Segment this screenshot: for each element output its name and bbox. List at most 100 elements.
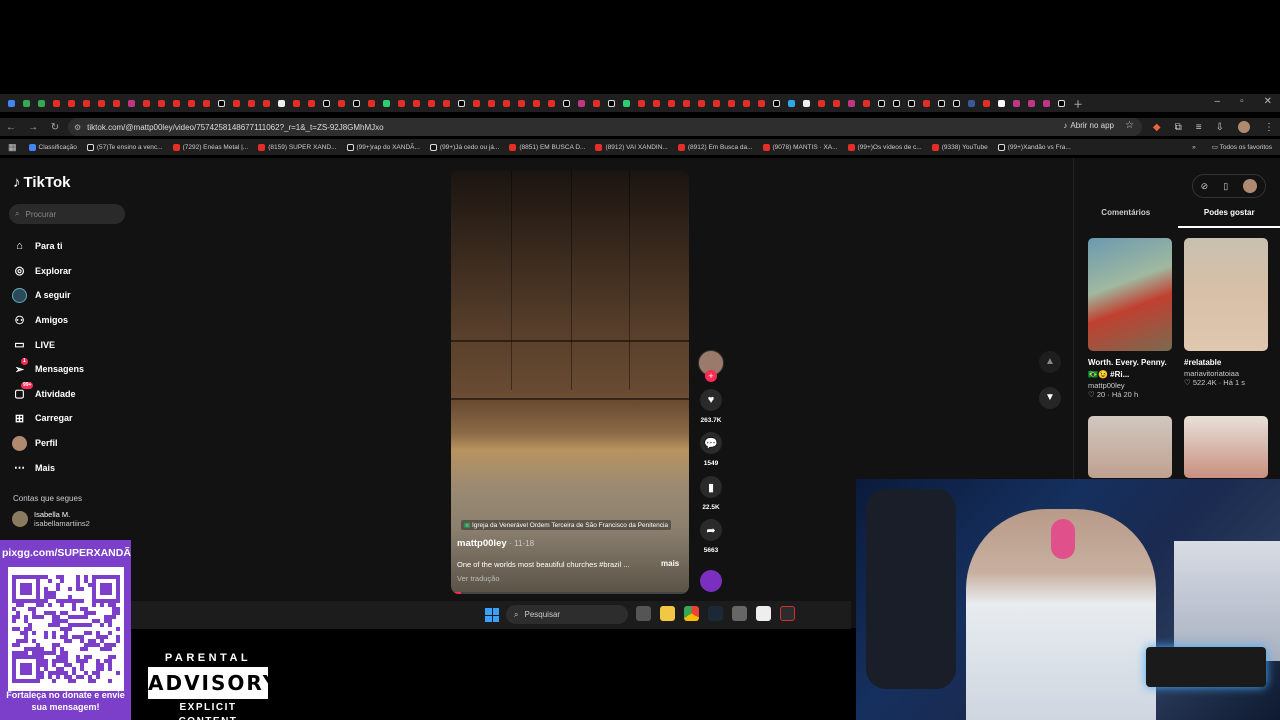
- bookmarks-overflow-icon[interactable]: »: [1192, 144, 1196, 151]
- extensions-puzzle-icon[interactable]: ⧉: [1175, 122, 1182, 133]
- browser-tab[interactable]: [859, 94, 874, 112]
- all-favorites-button[interactable]: ▭ Todos os favoritos: [1212, 143, 1272, 151]
- browser-tab[interactable]: [259, 94, 274, 112]
- window-controls[interactable]: – ▫ ✕: [1215, 96, 1273, 107]
- browser-tab[interactable]: [1039, 94, 1054, 112]
- video-thumbnail[interactable]: [1088, 416, 1172, 478]
- new-tab-button[interactable]: ＋: [1073, 96, 1083, 111]
- video-thumbnail[interactable]: [1184, 238, 1268, 351]
- tab-you-may-like[interactable]: Podes gostar: [1177, 206, 1280, 228]
- recommended-video-card[interactable]: [1184, 416, 1268, 478]
- coins-icon[interactable]: ⊘: [1201, 181, 1209, 192]
- browser-tab[interactable]: [814, 94, 829, 112]
- translate-button[interactable]: Ver tradução: [457, 574, 500, 583]
- browser-tab[interactable]: [334, 94, 349, 112]
- browser-tab[interactable]: [1054, 94, 1069, 112]
- share-button[interactable]: ➦: [700, 519, 722, 541]
- windows-start-icon[interactable]: [485, 608, 499, 622]
- bookmark-item[interactable]: (7292) Enéas Metal |...: [172, 143, 248, 151]
- sidebar-item-amigos[interactable]: ⚇ Amigos: [12, 308, 84, 333]
- browser-tab[interactable]: [379, 94, 394, 112]
- address-bar[interactable]: ⚙ tiktok.com/@mattp00ley/video/757425814…: [68, 118, 1142, 136]
- browser-tab[interactable]: [589, 94, 604, 112]
- browser-tab[interactable]: [214, 94, 229, 112]
- card-author[interactable]: mattp00ley: [1088, 381, 1172, 390]
- video-progress-bar[interactable]: [451, 592, 689, 594]
- bookmark-item[interactable]: (8912) VAI XANDIN...: [595, 143, 668, 151]
- browser-tab[interactable]: [454, 94, 469, 112]
- browser-tab[interactable]: [949, 94, 964, 112]
- open-in-app-button[interactable]: ♪ Abrir no app: [1063, 121, 1114, 130]
- browser-tab[interactable]: [424, 94, 439, 112]
- browser-tab[interactable]: [979, 94, 994, 112]
- browser-tab[interactable]: [274, 94, 289, 112]
- browser-tab[interactable]: [739, 94, 754, 112]
- downloads-icon[interactable]: ⇩: [1216, 122, 1224, 133]
- back-icon[interactable]: ←: [0, 122, 22, 133]
- browser-tab[interactable]: [244, 94, 259, 112]
- taskbar-search[interactable]: ⌕ Pesquisar: [506, 605, 628, 624]
- followed-account[interactable]: Isabella M. isabellamartiins2: [12, 510, 90, 528]
- tiktok-logo[interactable]: ♪ TikTok: [13, 174, 70, 191]
- recommended-video-card[interactable]: #relatable mariavitoriatoiaa ♡ 522.4K · …: [1184, 238, 1268, 387]
- browser-tab[interactable]: [889, 94, 904, 112]
- browser-tab[interactable]: [139, 94, 154, 112]
- video-more-button[interactable]: mais: [661, 559, 679, 568]
- browser-tab[interactable]: [94, 94, 109, 112]
- bookmark-item[interactable]: (99+)rap do XANDÃ...: [346, 143, 420, 151]
- previous-video-button[interactable]: ▲: [1039, 351, 1061, 373]
- apps-grid-icon[interactable]: ▦: [8, 142, 17, 153]
- browser-tab[interactable]: [4, 94, 19, 112]
- bookmark-item[interactable]: (8851) EM BUSCA D...: [509, 143, 585, 151]
- browser-tab[interactable]: [529, 94, 544, 112]
- chrome-icon[interactable]: [684, 606, 699, 621]
- browser-tab[interactable]: [634, 94, 649, 112]
- browser-tab[interactable]: [904, 94, 919, 112]
- bookmark-item[interactable]: (99+)Os vídeos de c...: [847, 143, 922, 151]
- browser-tab[interactable]: [409, 94, 424, 112]
- recommended-video-card[interactable]: Worth. Every. Penny. 🇧🇷😉 #Ri... mattp00l…: [1088, 238, 1172, 399]
- sidebar-item-perfil[interactable]: Perfil: [12, 431, 84, 456]
- save-button[interactable]: ▮: [700, 476, 722, 498]
- search-input[interactable]: ⌕ Procurar: [9, 204, 125, 224]
- steam-icon[interactable]: [708, 606, 723, 621]
- browser-tab[interactable]: [784, 94, 799, 112]
- browser-menu-icon[interactable]: ⋮: [1264, 122, 1274, 133]
- browser-tab[interactable]: [604, 94, 619, 112]
- site-info-icon[interactable]: ⚙: [74, 123, 81, 132]
- browser-tab[interactable]: [649, 94, 664, 112]
- video-author[interactable]: mattp00ley: [457, 538, 507, 549]
- document-icon[interactable]: [756, 606, 771, 621]
- settings-icon[interactable]: [732, 606, 747, 621]
- video-thumbnail[interactable]: [1184, 416, 1268, 478]
- next-video-button[interactable]: ▼: [1039, 387, 1061, 409]
- browser-tab[interactable]: [994, 94, 1009, 112]
- bookmark-item[interactable]: (57)Te ensino a venc...: [86, 143, 163, 151]
- reload-icon[interactable]: ↻: [44, 122, 66, 133]
- bookmark-star-icon[interactable]: ☆: [1125, 120, 1134, 131]
- sidebar-item-mais[interactable]: ⋯ Mais: [12, 455, 84, 480]
- browser-tab[interactable]: [499, 94, 514, 112]
- browser-tab[interactable]: [319, 94, 334, 112]
- sidebar-item-mensagens[interactable]: ➢ 1 Mensagens: [12, 357, 84, 382]
- browser-tab[interactable]: [229, 94, 244, 112]
- browser-tab[interactable]: [1009, 94, 1024, 112]
- browser-tab[interactable]: [19, 94, 34, 112]
- sidebar-item-para-ti[interactable]: ⌂ Para ti: [12, 234, 84, 259]
- sidebar-item-atividade[interactable]: ▢ 99+ Atividade: [12, 382, 84, 407]
- video-location-badge[interactable]: ▣ Igreja da Venerável Ordem Terceira de …: [461, 520, 672, 530]
- browser-tab[interactable]: [919, 94, 934, 112]
- browser-tab[interactable]: [844, 94, 859, 112]
- browser-tab[interactable]: [724, 94, 739, 112]
- browser-tab[interactable]: [544, 94, 559, 112]
- browser-tab[interactable]: [964, 94, 979, 112]
- browser-tab[interactable]: [799, 94, 814, 112]
- device-icon[interactable]: ▯: [1223, 181, 1228, 192]
- browser-tab[interactable]: [514, 94, 529, 112]
- app-icon[interactable]: [780, 606, 795, 621]
- browser-tab[interactable]: [199, 94, 214, 112]
- browser-tab[interactable]: [769, 94, 784, 112]
- browser-tab[interactable]: [394, 94, 409, 112]
- browser-tab[interactable]: [169, 94, 184, 112]
- sidebar-item-carregar[interactable]: ⊞ Carregar: [12, 406, 84, 431]
